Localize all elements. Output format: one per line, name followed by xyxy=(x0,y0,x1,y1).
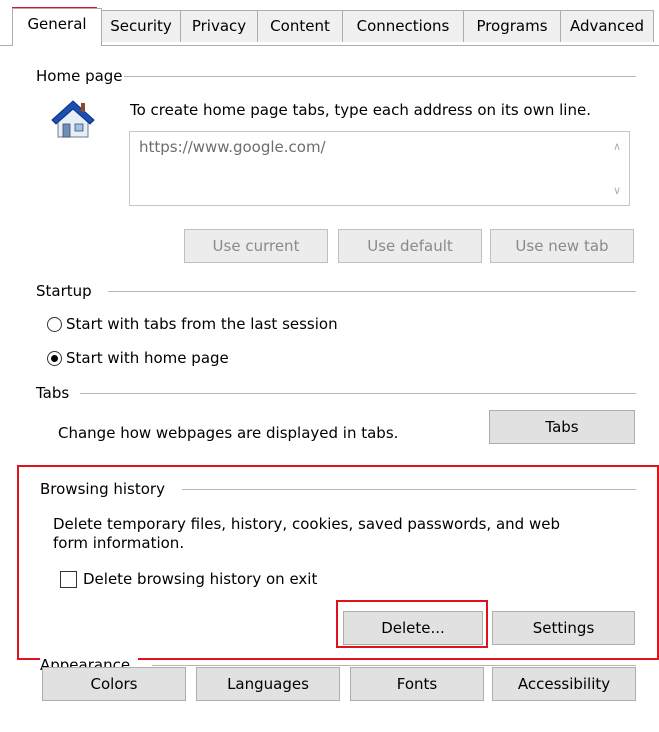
group-divider xyxy=(152,665,636,666)
tabs-button[interactable]: Tabs xyxy=(489,410,635,444)
tab-content[interactable]: Content xyxy=(257,10,343,42)
home-page-instructions: To create home page tabs, type each addr… xyxy=(130,101,591,119)
tab-advanced[interactable]: Advanced xyxy=(560,10,654,42)
tabs-button-label: Tabs xyxy=(545,418,579,436)
fonts-button-label: Fonts xyxy=(396,675,438,693)
home-page-url-value: https://www.google.com/ xyxy=(139,138,326,156)
tabs-group-title: Tabs xyxy=(36,384,78,402)
tab-label: Security xyxy=(110,17,172,35)
startup-group-title: Startup xyxy=(36,282,100,300)
url-field-scrollbar[interactable]: ∧ ∨ xyxy=(607,132,629,205)
radio-home-page-label: Start with home page xyxy=(66,349,229,367)
colors-button[interactable]: Colors xyxy=(42,667,186,701)
languages-button[interactable]: Languages xyxy=(196,667,340,701)
use-default-button[interactable]: Use default xyxy=(338,229,482,263)
delete-button-label: Delete... xyxy=(381,619,445,637)
tab-security[interactable]: Security xyxy=(101,10,181,42)
tabs-description: Change how webpages are displayed in tab… xyxy=(58,424,399,442)
scroll-down-icon[interactable]: ∨ xyxy=(613,184,621,197)
tab-general[interactable]: General xyxy=(12,8,102,46)
use-new-tab-button[interactable]: Use new tab xyxy=(490,229,634,263)
radio-home-page[interactable] xyxy=(47,351,62,366)
tab-connections[interactable]: Connections xyxy=(342,10,464,42)
tab-privacy[interactable]: Privacy xyxy=(180,10,258,42)
group-divider xyxy=(80,393,636,394)
tab-programs[interactable]: Programs xyxy=(463,10,561,42)
group-divider xyxy=(108,291,636,292)
colors-button-label: Colors xyxy=(90,675,138,693)
browsing-history-description-line2: form information. xyxy=(53,534,185,552)
delete-on-exit-checkbox[interactable] xyxy=(60,571,77,588)
accessibility-button-label: Accessibility xyxy=(517,675,611,693)
use-default-label: Use default xyxy=(367,237,453,255)
delete-on-exit-label: Delete browsing history on exit xyxy=(83,570,318,588)
home-page-url-field[interactable]: https://www.google.com/ ∧ ∨ xyxy=(129,131,630,206)
tab-label: Programs xyxy=(476,17,548,35)
radio-last-session-label: Start with tabs from the last session xyxy=(66,315,338,333)
tab-label: Advanced xyxy=(569,17,645,35)
settings-button-label: Settings xyxy=(532,619,595,637)
tab-label: General xyxy=(27,15,87,33)
tab-strip: General Security Privacy Content Connect… xyxy=(0,0,659,46)
use-current-label: Use current xyxy=(212,237,300,255)
browsing-history-group-title: Browsing history xyxy=(40,480,173,498)
scroll-up-icon[interactable]: ∧ xyxy=(613,140,621,153)
browsing-history-description-line1: Delete temporary files, history, cookies… xyxy=(53,515,560,533)
group-divider xyxy=(124,76,636,77)
fonts-button[interactable]: Fonts xyxy=(350,667,484,701)
delete-button[interactable]: Delete... xyxy=(343,611,483,645)
radio-last-session[interactable] xyxy=(47,317,62,332)
radio-selected-dot xyxy=(51,355,58,362)
tab-label: Content xyxy=(270,17,330,35)
group-divider xyxy=(182,489,636,490)
settings-button[interactable]: Settings xyxy=(492,611,635,645)
tab-label: Connections xyxy=(356,17,450,35)
accessibility-button[interactable]: Accessibility xyxy=(492,667,636,701)
home-page-group-title: Home page xyxy=(36,67,131,85)
languages-button-label: Languages xyxy=(227,675,309,693)
tab-label: Privacy xyxy=(191,17,247,35)
house-icon xyxy=(51,100,95,138)
use-current-button[interactable]: Use current xyxy=(184,229,328,263)
use-new-tab-label: Use new tab xyxy=(515,237,609,255)
